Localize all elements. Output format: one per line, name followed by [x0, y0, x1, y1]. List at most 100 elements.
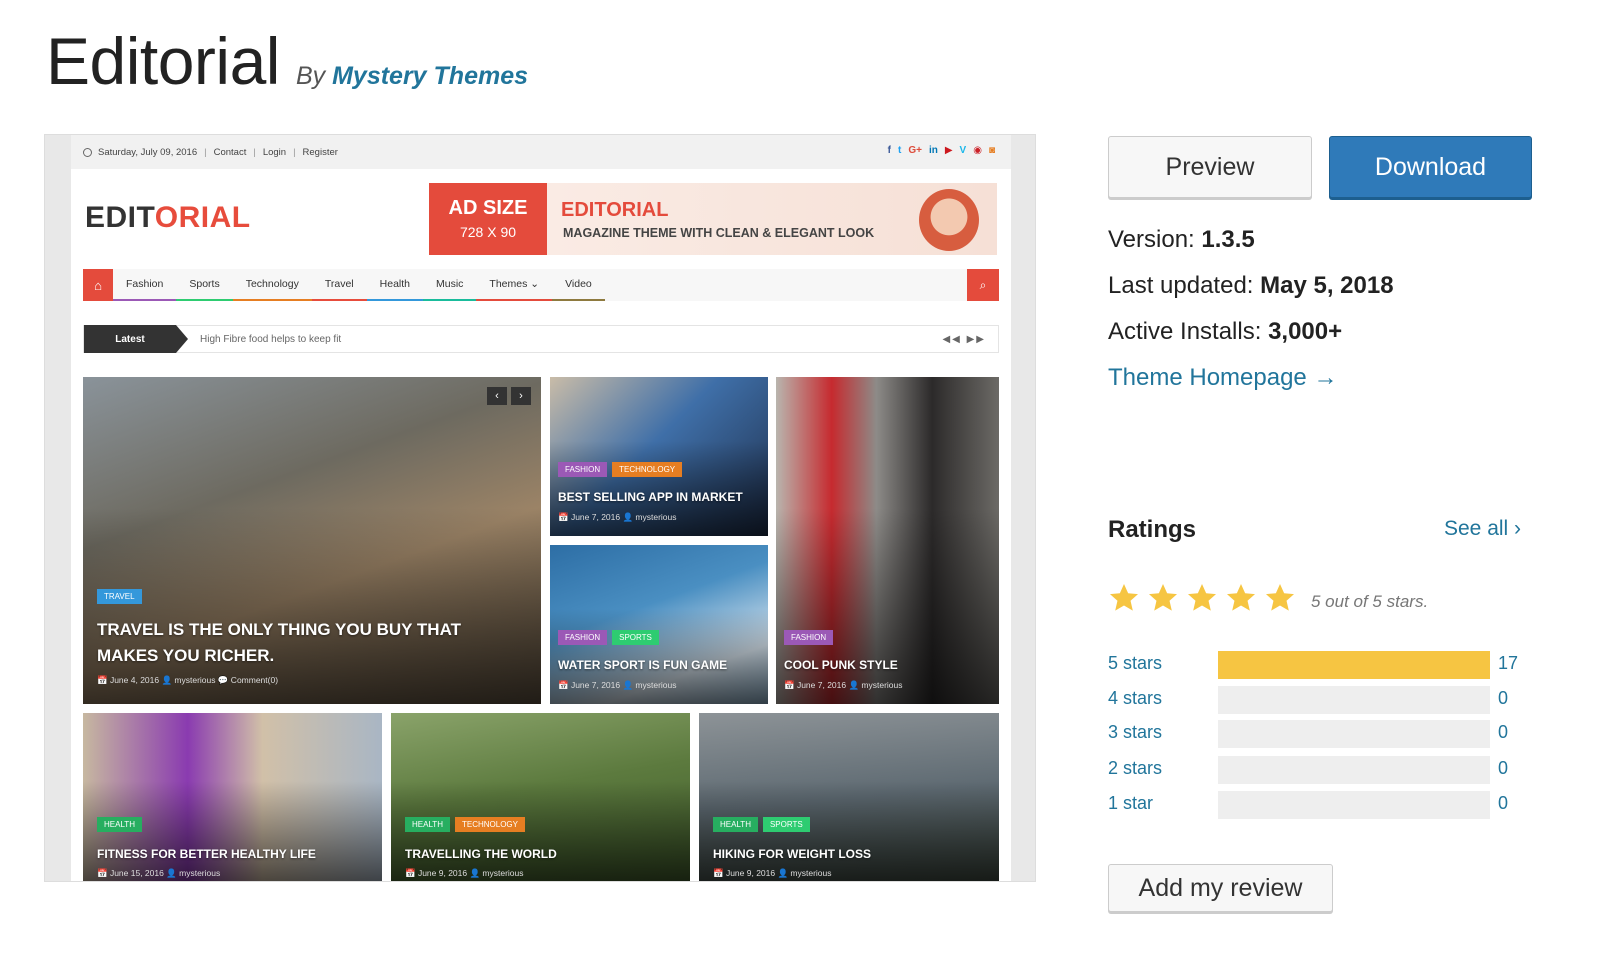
updated-label: Last updated: — [1108, 272, 1254, 299]
demo-nav-sports: Sports — [176, 269, 233, 301]
youtube-icon: ▶ — [944, 145, 953, 156]
ad-title: EDITORIAL — [561, 199, 669, 221]
tile-title: HIKING FOR WEIGHT LOSS — [713, 847, 871, 861]
pinterest-icon: ◉ — [973, 145, 982, 156]
version-value: 1.3.5 — [1201, 226, 1255, 253]
star-icon — [1110, 584, 1138, 611]
tag: FASHION — [558, 630, 608, 645]
tile-title: BEST SELLING APP IN MARKET — [558, 490, 743, 504]
tag: SPORTS — [612, 630, 659, 645]
demo-nav-music: Music — [423, 269, 477, 301]
author-link[interactable]: Mystery Themes — [332, 62, 528, 90]
updated-info: Last updated: May 5, 2018 — [1108, 272, 1394, 300]
add-review-button[interactable]: Add my review — [1108, 864, 1333, 912]
rating-summary: 5 out of 5 stars. — [1311, 592, 1429, 611]
theme-title: Editorial — [46, 24, 280, 98]
demo-tile-fitness: HEALTH FITNESS FOR BETTER HEALTHY LIFE 📅… — [83, 713, 382, 881]
ratings-heading: Ratings — [1108, 516, 1197, 543]
tile-meta: 📅 June 7, 2016 👤 mysterious — [558, 680, 677, 690]
instagram-icon: ◙ — [988, 145, 995, 156]
demo-logo: EDITORIAL — [85, 201, 251, 234]
tile-meta: 📅 June 9, 2016 👤 mysterious — [713, 868, 832, 878]
demo-nav-themes: Themes ⌄ — [476, 269, 553, 301]
version-label: Version: — [1108, 226, 1195, 253]
tile-meta: 📅 June 4, 2016 👤 mysterious 💬 Comment(0) — [97, 675, 279, 685]
screenshot-page: Saturday, July 09, 2016 | Contact | Logi… — [71, 135, 1011, 881]
ad-subtitle: MAGAZINE THEME WITH CLEAN & ELEGANT LOOK — [563, 226, 875, 240]
demo-nav-video: Video — [552, 269, 605, 301]
facebook-icon: f — [887, 145, 891, 156]
tag: FASHION — [558, 462, 608, 477]
version-info: Version: 1.3.5 — [1108, 226, 1255, 254]
ticker-label: Latest — [84, 325, 188, 353]
rating-row-5: 5 stars 17 — [1108, 651, 1528, 679]
search-icon: ⌕ — [967, 269, 999, 301]
tag: HEALTH — [713, 817, 758, 832]
rating-bar — [1218, 651, 1490, 679]
theme-byline: By Mystery Themes — [296, 62, 528, 91]
ad-dims: 728 X 90 — [459, 224, 517, 240]
ad-size-box: AD SIZE 728 X 90 — [429, 183, 547, 255]
tile-meta: 📅 June 7, 2016 👤 mysterious — [558, 512, 677, 522]
demo-social-icons: f t G+ in ▶ V ◉ ◙ — [888, 145, 995, 156]
demo-date: Saturday, July 09, 2016 — [98, 146, 198, 158]
demo-nav: ⌂ Fashion Sports Technology Travel Healt… — [83, 269, 999, 301]
tag: TRAVEL — [97, 589, 142, 604]
preview-button[interactable]: Preview — [1108, 136, 1312, 198]
updated-value: May 5, 2018 — [1260, 272, 1394, 299]
demo-nav-health: Health — [366, 269, 423, 301]
rating-label[interactable]: 2 stars — [1108, 758, 1162, 779]
theme-homepage-link[interactable]: Theme Homepage → — [1108, 364, 1337, 392]
vimeo-icon: V — [959, 145, 967, 156]
see-all-link[interactable]: See all › — [1444, 517, 1521, 541]
rating-count: 17 — [1498, 653, 1519, 673]
tag: HEALTH — [405, 817, 450, 832]
tag: TECHNOLOGY — [454, 817, 525, 832]
tile-title: TRAVEL IS THE ONLY THING YOU BUY THAT MA… — [97, 620, 461, 665]
rating-bar — [1218, 756, 1490, 784]
tile-title: WATER SPORT IS FUN GAME — [558, 658, 728, 672]
demo-tile-hiking: HEALTH SPORTS HIKING FOR WEIGHT LOSS 📅 J… — [699, 713, 999, 881]
tile-meta: 📅 June 15, 2016 👤 mysterious — [97, 868, 221, 878]
ad-size-label: AD SIZE — [448, 197, 528, 219]
tag: TECHNOLOGY — [612, 462, 683, 477]
theme-screenshot: Saturday, July 09, 2016 | Contact | Logi… — [44, 134, 1036, 882]
rating-row-2: 2 stars 0 — [1108, 756, 1528, 784]
rating-label[interactable]: 3 stars — [1108, 722, 1162, 743]
tile-tags: TRAVEL — [97, 589, 142, 604]
rating-label[interactable]: 5 stars — [1108, 653, 1162, 674]
rating-row-1: 1 star 0 — [1108, 791, 1528, 819]
rating-bar — [1218, 791, 1490, 819]
tile-title: TRAVELLING THE WORLD — [405, 847, 557, 861]
slider-next-icon: › — [511, 387, 531, 405]
rating-row-3: 3 stars 0 — [1108, 720, 1528, 748]
demo-ticker: Latest High Fibre food helps to keep fit… — [83, 325, 999, 353]
demo-link-register: Register — [302, 146, 338, 158]
rating-count: 0 — [1498, 688, 1509, 708]
rating-row-4: 4 stars 0 — [1108, 686, 1528, 714]
download-button[interactable]: Download — [1329, 136, 1532, 198]
tag: SPORTS — [762, 817, 810, 832]
demo-ad-banner: AD SIZE 728 X 90 EDITORIAL MAGAZINE THEM… — [429, 183, 997, 255]
demo-tile-punk: FASHION COOL PUNK STYLE 📅 June 7, 2016 👤… — [776, 377, 999, 704]
tile-title: FITNESS FOR BETTER HEALTHY LIFE — [97, 847, 316, 861]
rating-label[interactable]: 4 stars — [1108, 688, 1162, 709]
demo-nav-technology: Technology — [232, 269, 312, 301]
star-icon — [1227, 584, 1255, 611]
slider-prev-icon: ‹ — [487, 387, 507, 405]
star-icon — [1266, 584, 1294, 611]
ticker-controls: ◀◀ ▶▶ — [942, 333, 986, 345]
tile-meta: 📅 June 7, 2016 👤 mysterious — [784, 680, 903, 690]
rating-bar — [1218, 720, 1490, 748]
tile-title: COOL PUNK STYLE — [784, 658, 898, 672]
rating-label[interactable]: 1 star — [1108, 793, 1153, 814]
star-icon — [1149, 584, 1177, 611]
tag: HEALTH — [97, 817, 142, 832]
demo-tile-main: ‹ › TRAVEL TRAVEL IS THE ONLY THING YOU B… — [83, 377, 541, 704]
rating-bar — [1218, 686, 1490, 714]
demo-nav-travel: Travel — [311, 269, 367, 301]
star-icon — [1188, 584, 1216, 611]
rating-bar-fill — [1218, 651, 1490, 679]
demo-tile-water: FASHION SPORTS WATER SPORT IS FUN GAME 📅… — [550, 545, 768, 704]
googleplus-icon: G+ — [908, 145, 922, 156]
